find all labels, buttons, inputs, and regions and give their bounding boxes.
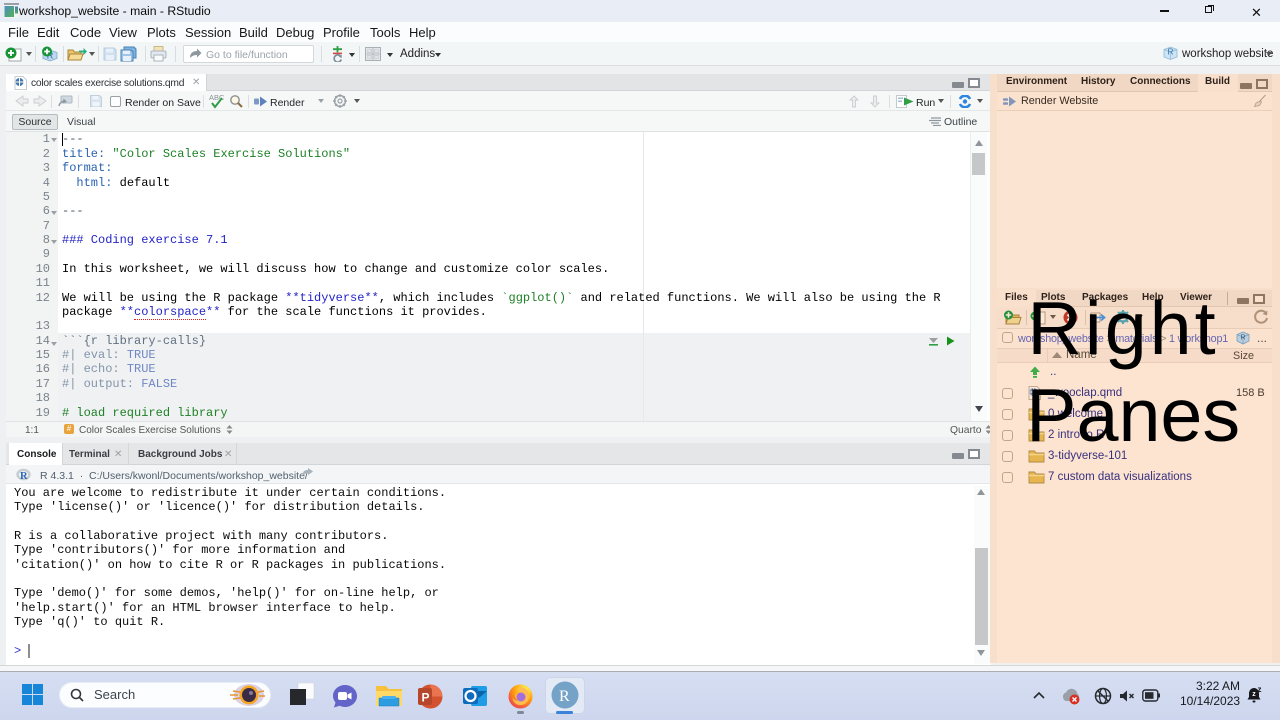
svg-text:R: R — [20, 471, 28, 481]
svg-text:ABC: ABC — [209, 93, 224, 102]
svg-text:R: R — [559, 688, 570, 705]
svg-text:R: R — [1240, 335, 1245, 342]
svg-text:z: z — [1258, 687, 1262, 694]
svg-text:z: z — [1252, 691, 1256, 698]
svg-text:R: R — [1168, 48, 1174, 57]
svg-text:P: P — [422, 691, 430, 705]
